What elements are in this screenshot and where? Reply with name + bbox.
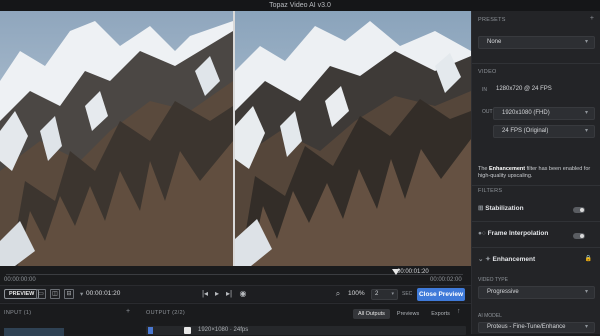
enhanced-preview-image [235,11,471,266]
original-preview-image [0,11,233,266]
output-spec-text: 1920×1080 · 24fps [198,327,249,333]
preview-duration-select[interactable]: 2 ▾ [371,289,398,300]
output-color-marker [148,327,153,334]
settings-panel: PRESETS + None ▾ VIDEO IN 1280x720 @ 24 F… [471,11,600,334]
preset-select[interactable]: None ▾ [478,36,595,49]
tab-all-outputs[interactable]: All Outputs [353,309,390,319]
video-type-select[interactable]: Progressive ▾ [478,286,595,299]
add-preset-icon[interactable]: + [590,15,594,22]
export-icon[interactable]: ↑ [457,308,461,315]
filter-enhancement[interactable]: ⌄ ✦ Enhancement 🔒 [478,255,595,267]
current-time-display: 00:00:01:20 [86,290,121,297]
close-preview-button[interactable]: Close Preview [417,288,465,301]
zoom-level[interactable]: 100% [348,290,365,297]
chevron-down-icon: ▾ [584,289,588,295]
time-indicator-icon: ▾ [80,291,84,298]
filters-header: FILTERS [478,188,503,194]
interpolation-icon: ●○ [478,230,488,237]
video-type-value: Progressive [487,289,519,295]
output-section-label: OUTPUT (2/2) [146,310,185,316]
frame-interpolation-toggle[interactable] [573,233,585,239]
output-thumbnail [184,327,191,334]
section-divider [472,247,600,248]
timeline-start-time: 00:00:00:00 [4,277,36,283]
timeline-end-time: 00:00:02:00 [430,277,462,283]
output-tabs: All Outputs Previews Exports [353,309,455,319]
media-panel: INPUT (1) + OUTPUT (2/2) All Outputs Pre… [0,303,471,336]
section-divider [472,221,600,222]
ai-model-label: AI MODEL [478,313,502,319]
next-frame-icon[interactable]: ▸| [224,289,234,299]
input-thumbnail[interactable] [4,328,64,336]
preview-duration-value: 2 [375,291,379,297]
video-type-label: VIDEO TYPE [478,277,508,283]
filter-stabilization[interactable]: ⊞ Stabilization [478,204,595,216]
fps-select[interactable]: 24 FPS (Original) ▾ [493,125,595,138]
input-section-label: INPUT (1) [4,310,32,316]
ai-model-value: Proteus - Fine-Tune/Enhance [487,324,566,330]
window-title: Topaz Video AI v3.0 [0,0,600,11]
resolution-select[interactable]: 1920x1080 (FHD) ▾ [493,107,595,120]
section-divider [472,185,600,186]
chevron-down-icon: ▾ [584,110,588,116]
chevron-down-icon: ▾ [584,39,588,45]
section-divider [472,63,600,64]
add-input-icon[interactable]: + [126,308,130,315]
tab-exports[interactable]: Exports [426,309,455,319]
play-icon[interactable]: ▸ [212,289,222,299]
single-view-icon[interactable]: ▭ [36,289,46,299]
zoom-icon[interactable]: ⌕ [333,289,343,299]
output-spec-label: OUT [482,109,493,115]
enhancement-note: The Enhancement filter has been enabled … [478,166,591,179]
preview-viewer[interactable] [0,11,471,266]
previous-frame-icon[interactable]: |◂ [200,289,210,299]
chevron-down-icon: ▾ [391,291,394,297]
sparkle-icon: ✦ [485,256,493,263]
resolution-value: 1920x1080 (FHD) [502,110,550,116]
filter-frame-interpolation[interactable]: ●○ Frame Interpolation [478,230,595,242]
preset-value: None [487,39,502,45]
enhancement-note-bold: Enhancement [489,166,526,172]
side-by-side-view-icon[interactable]: ◫ [50,289,60,299]
timeline-current-time: 00:00:01:20 [397,269,429,275]
presets-header: PRESETS [478,17,506,23]
preview-duration-unit: SEC [402,291,413,297]
loop-icon[interactable]: ◉ [238,289,248,299]
tab-previews[interactable]: Previews [392,309,424,319]
timeline[interactable]: 00:00:00:00 00:00:01:20 00:00:02:00 [0,266,471,285]
chevron-down-icon: ▾ [584,324,588,330]
stabilization-toggle[interactable] [573,207,585,213]
preview-controls-bar: PREVIEW ▭ ◫ ⊟ ▾ 00:00:01:20 |◂ ▸ ▸| ◉ ⌕ … [0,285,471,302]
chevron-down-icon: ▾ [584,128,588,134]
ai-model-select[interactable]: Proteus - Fine-Tune/Enhance ▾ [478,322,595,333]
input-spec-label: IN [482,87,487,93]
preview-mode-badge[interactable]: PREVIEW [4,289,40,299]
split-view-icon[interactable]: ⊟ [64,289,74,299]
lock-icon[interactable]: 🔒 [585,255,592,262]
fps-value: 24 FPS (Original) [502,128,549,134]
input-spec-value: 1280x720 @ 24 FPS [496,86,552,92]
video-header: VIDEO [478,69,497,75]
